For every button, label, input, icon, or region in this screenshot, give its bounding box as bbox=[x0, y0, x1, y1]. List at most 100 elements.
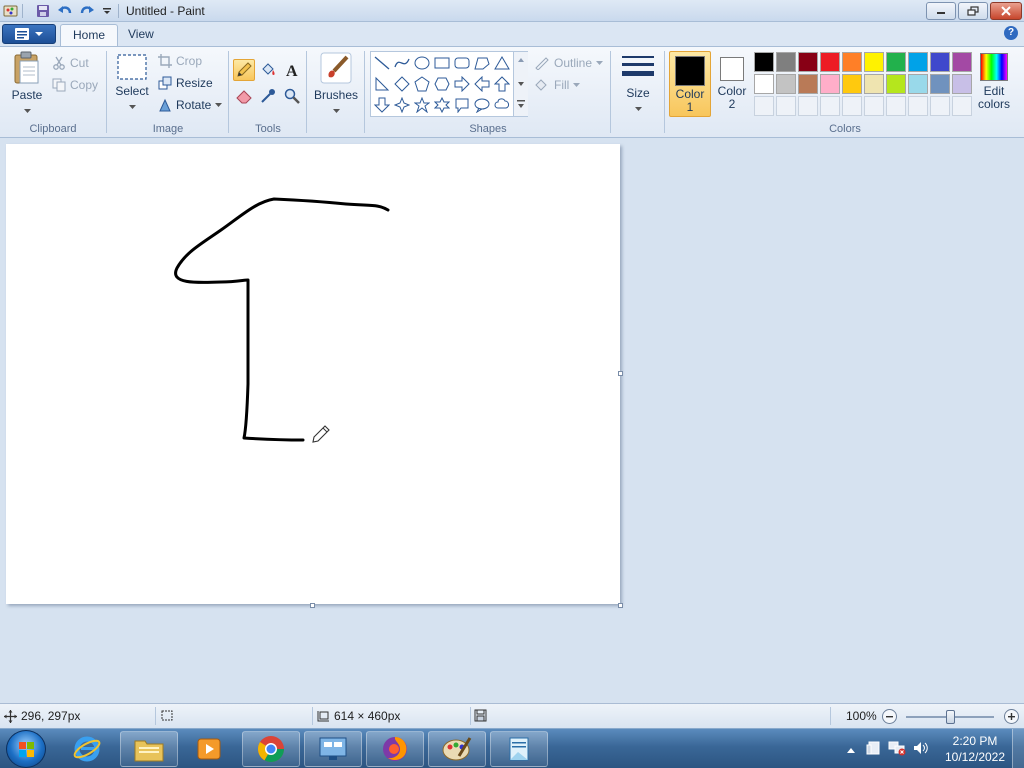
rounded-callout-shape-icon[interactable] bbox=[452, 95, 472, 115]
line-shape-icon[interactable] bbox=[372, 53, 392, 73]
color-picker-tool[interactable] bbox=[257, 85, 279, 107]
pencil-tool[interactable] bbox=[233, 59, 255, 81]
left-arrow-shape-icon[interactable] bbox=[472, 74, 492, 94]
taskbar-firefox[interactable] bbox=[366, 731, 424, 767]
minimize-button[interactable] bbox=[926, 2, 956, 20]
custom-color-slot[interactable] bbox=[798, 96, 818, 116]
action-center-icon[interactable] bbox=[866, 740, 882, 759]
show-hidden-icons-button[interactable] bbox=[846, 743, 856, 757]
custom-color-slot[interactable] bbox=[776, 96, 796, 116]
polygon-shape-icon[interactable] bbox=[472, 53, 492, 73]
custom-color-slot[interactable] bbox=[930, 96, 950, 116]
rotate-button[interactable]: Rotate bbox=[158, 95, 223, 115]
redo-icon[interactable] bbox=[78, 2, 96, 20]
color-swatch[interactable] bbox=[820, 52, 840, 72]
color-swatch[interactable] bbox=[908, 52, 928, 72]
curve-shape-icon[interactable] bbox=[392, 53, 412, 73]
eraser-tool[interactable] bbox=[233, 85, 255, 107]
color1-button[interactable]: Color 1 bbox=[669, 51, 711, 117]
color-swatch[interactable] bbox=[798, 52, 818, 72]
rounded-rectangle-shape-icon[interactable] bbox=[452, 53, 472, 73]
drawing-canvas[interactable] bbox=[6, 144, 620, 604]
color-swatch[interactable] bbox=[864, 74, 884, 94]
zoom-out-button[interactable] bbox=[882, 709, 897, 724]
zoom-slider-track[interactable] bbox=[906, 710, 994, 724]
resize-handle-corner[interactable] bbox=[618, 603, 623, 608]
color-swatch[interactable] bbox=[776, 52, 796, 72]
brushes-button[interactable]: Brushes bbox=[312, 51, 360, 121]
text-tool[interactable]: A bbox=[281, 59, 303, 81]
custom-color-slot[interactable] bbox=[864, 96, 884, 116]
magnifier-tool[interactable] bbox=[281, 85, 303, 107]
paint-app-icon[interactable] bbox=[2, 2, 20, 20]
volume-icon[interactable] bbox=[912, 740, 930, 759]
custom-color-slot[interactable] bbox=[908, 96, 928, 116]
rectangle-shape-icon[interactable] bbox=[432, 53, 452, 73]
color-swatch[interactable] bbox=[908, 74, 928, 94]
shapes-scrollbar[interactable] bbox=[513, 52, 528, 116]
show-desktop-button[interactable] bbox=[1012, 729, 1024, 768]
taskbar-chrome[interactable] bbox=[242, 731, 300, 767]
paste-button[interactable]: Paste bbox=[6, 51, 48, 123]
select-button[interactable]: Select bbox=[112, 53, 152, 123]
undo-icon[interactable] bbox=[56, 2, 74, 20]
triangle-shape-icon[interactable] bbox=[492, 53, 512, 73]
color-swatch[interactable] bbox=[842, 74, 862, 94]
taskbar-control-panel[interactable] bbox=[304, 731, 362, 767]
tab-home[interactable]: Home bbox=[60, 24, 119, 46]
taskbar-paint[interactable] bbox=[428, 731, 486, 767]
clock[interactable]: 2:20 PM 10/12/2022 bbox=[944, 733, 1006, 765]
custom-color-slot[interactable] bbox=[754, 96, 774, 116]
resize-handle-bottom[interactable] bbox=[310, 603, 315, 608]
cloud-callout-shape-icon[interactable] bbox=[492, 95, 512, 115]
taskbar-internet-explorer[interactable] bbox=[58, 731, 116, 767]
color-swatch[interactable] bbox=[754, 52, 774, 72]
outline-button[interactable]: Outline bbox=[534, 53, 604, 73]
start-button[interactable] bbox=[6, 730, 46, 768]
color-swatch[interactable] bbox=[754, 74, 774, 94]
color-swatch[interactable] bbox=[798, 74, 818, 94]
color-swatch[interactable] bbox=[776, 74, 796, 94]
cut-button[interactable]: Cut bbox=[52, 53, 89, 73]
fill-button[interactable]: Fill bbox=[534, 75, 581, 95]
five-point-star-shape-icon[interactable] bbox=[412, 95, 432, 115]
diamond-shape-icon[interactable] bbox=[392, 74, 412, 94]
restore-button[interactable] bbox=[958, 2, 988, 20]
resize-button[interactable]: Resize bbox=[158, 73, 213, 93]
close-button[interactable] bbox=[990, 2, 1022, 20]
size-button[interactable]: Size bbox=[618, 53, 658, 123]
color-swatch[interactable] bbox=[930, 52, 950, 72]
copy-button[interactable]: Copy bbox=[52, 75, 98, 95]
pentagon-shape-icon[interactable] bbox=[412, 74, 432, 94]
color-swatch[interactable] bbox=[886, 52, 906, 72]
crop-button[interactable]: Crop bbox=[158, 51, 202, 71]
right-triangle-shape-icon[interactable] bbox=[372, 74, 392, 94]
help-icon[interactable]: ? bbox=[1004, 26, 1018, 40]
paint-menu-button[interactable] bbox=[2, 24, 56, 44]
edit-colors-button[interactable]: Edit colors bbox=[976, 51, 1012, 117]
six-point-star-shape-icon[interactable] bbox=[432, 95, 452, 115]
customize-quick-access-icon[interactable] bbox=[98, 2, 116, 20]
tab-view[interactable]: View bbox=[116, 24, 166, 46]
custom-color-slot[interactable] bbox=[952, 96, 972, 116]
color-swatch[interactable] bbox=[930, 74, 950, 94]
four-point-star-shape-icon[interactable] bbox=[392, 95, 412, 115]
down-arrow-shape-icon[interactable] bbox=[372, 95, 392, 115]
zoom-in-button[interactable] bbox=[1004, 709, 1019, 724]
hexagon-shape-icon[interactable] bbox=[432, 74, 452, 94]
color-swatch[interactable] bbox=[952, 74, 972, 94]
custom-color-slot[interactable] bbox=[886, 96, 906, 116]
oval-callout-shape-icon[interactable] bbox=[472, 95, 492, 115]
color-swatch[interactable] bbox=[864, 52, 884, 72]
up-arrow-shape-icon[interactable] bbox=[492, 74, 512, 94]
oval-shape-icon[interactable] bbox=[412, 53, 432, 73]
color2-button[interactable]: Color 2 bbox=[712, 51, 752, 117]
fill-tool[interactable] bbox=[257, 59, 279, 81]
color-swatch[interactable] bbox=[952, 52, 972, 72]
color-swatch[interactable] bbox=[886, 74, 906, 94]
custom-color-slot[interactable] bbox=[820, 96, 840, 116]
network-icon[interactable] bbox=[888, 740, 906, 759]
color-swatch[interactable] bbox=[820, 74, 840, 94]
right-arrow-shape-icon[interactable] bbox=[452, 74, 472, 94]
taskbar-file-explorer[interactable] bbox=[120, 731, 178, 767]
